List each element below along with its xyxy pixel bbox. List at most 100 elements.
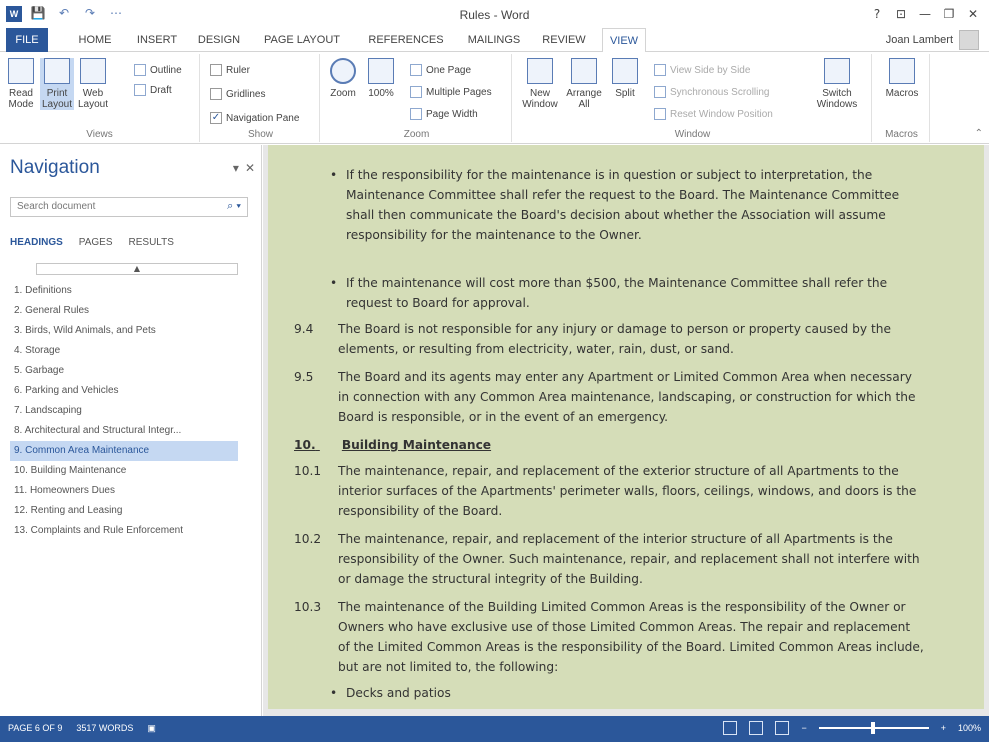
read-mode-button[interactable]: Read Mode	[4, 58, 38, 110]
tab-view[interactable]: VIEW	[602, 28, 646, 53]
heading-item[interactable]: 6. Parking and Vehicles	[10, 381, 238, 401]
close-button[interactable]: ✕	[961, 4, 985, 24]
avatar[interactable]	[959, 30, 979, 50]
tab-headings[interactable]: HEADINGS	[10, 237, 63, 248]
bullet-icon: •	[330, 686, 338, 700]
print-layout-button[interactable]: Print Layout	[40, 58, 74, 110]
tab-review[interactable]: REVIEW	[538, 28, 590, 52]
reset-window-position-button[interactable]: Reset Window Position	[654, 106, 773, 122]
zoom-label: Zoom	[330, 88, 356, 99]
word-count[interactable]: 3517 WORDS	[76, 723, 133, 734]
search-icon[interactable]: ⌕ ▾	[227, 200, 241, 213]
paragraph-text: The Board is not responsible for any inj…	[338, 322, 891, 356]
section-heading[interactable]: 10. Building Maintenance	[294, 435, 491, 455]
ruler-checkbox[interactable]: Ruler	[210, 62, 250, 78]
heading-item[interactable]: 1. Definitions	[10, 281, 238, 301]
numbered-paragraph[interactable]: 10.1 The maintenance, repair, and replac…	[294, 461, 924, 521]
view-side-by-side-button[interactable]: View Side by Side	[654, 62, 750, 78]
tab-design[interactable]: DESIGN	[194, 28, 244, 52]
multiple-pages-label: Multiple Pages	[426, 86, 492, 98]
draft-label: Draft	[150, 84, 172, 96]
numbered-paragraph[interactable]: 9.4 The Board is not responsible for any…	[294, 319, 924, 359]
heading-item[interactable]: 4. Storage	[10, 341, 238, 361]
tab-file[interactable]: FILE	[6, 28, 48, 52]
paragraph-number: 10.1	[294, 464, 322, 478]
ribbon-display-options-button[interactable]: ⊡	[889, 4, 913, 24]
navigation-pane-checkbox[interactable]: ✓ Navigation Pane	[210, 110, 299, 126]
draft-button[interactable]: Draft	[134, 82, 172, 98]
proofing-icon[interactable]: ▣	[147, 723, 156, 734]
tab-results[interactable]: RESULTS	[129, 237, 174, 248]
web-layout-view-icon[interactable]	[775, 721, 790, 735]
restore-button[interactable]: ❐	[937, 4, 961, 24]
zoom-slider[interactable]	[818, 722, 929, 734]
tab-pages[interactable]: PAGES	[79, 237, 113, 248]
collapse-ribbon-icon[interactable]: ⌃	[975, 128, 983, 139]
numbered-paragraph[interactable]: 9.5 The Board and its agents may enter a…	[294, 367, 924, 427]
heading-item[interactable]: 12. Renting and Leasing	[10, 501, 238, 521]
tab-references[interactable]: REFERENCES	[360, 28, 452, 52]
search-document-input[interactable]: Search document ⌕ ▾	[10, 197, 248, 217]
page-width-button[interactable]: Page Width	[410, 106, 478, 122]
print-layout-view-icon[interactable]	[749, 721, 764, 735]
split-button[interactable]: Split	[608, 58, 642, 99]
heading-item[interactable]: 11. Homeowners Dues	[10, 481, 238, 501]
zoom-slider-thumb[interactable]	[870, 722, 875, 734]
bullet-paragraph[interactable]: • Decks and patios	[330, 683, 920, 703]
paragraph-text: The maintenance of the Building Limited …	[338, 600, 924, 674]
bullet-paragraph[interactable]: • If the responsibility for the maintena…	[330, 165, 920, 245]
document-page[interactable]: • If the responsibility for the maintena…	[268, 145, 984, 709]
heading-item[interactable]: 2. General Rules	[10, 301, 238, 321]
zoom-level[interactable]: 100%	[958, 723, 981, 733]
tab-insert[interactable]: INSERT	[132, 28, 182, 52]
zoom-out-button[interactable]: −	[801, 723, 806, 733]
arrange-all-button[interactable]: Arrange All	[564, 58, 604, 110]
bullet-text: If the responsibility for the maintenanc…	[346, 168, 900, 242]
help-button[interactable]: ?	[865, 4, 889, 24]
pane-options-icon[interactable]: ▾	[233, 161, 239, 175]
reset-window-position-label: Reset Window Position	[670, 108, 773, 120]
print-layout-label: Print Layout	[41, 88, 73, 110]
macros-button[interactable]: Macros	[882, 58, 922, 99]
heading-item[interactable]: 5. Garbage	[10, 361, 238, 381]
tab-home[interactable]: HOME	[70, 28, 120, 52]
minimize-button[interactable]: —	[913, 4, 937, 24]
bullet-text: Decks and patios	[346, 686, 451, 700]
gridlines-checkbox[interactable]: Gridlines	[210, 86, 265, 102]
document-area[interactable]: • If the responsibility for the maintena…	[263, 145, 989, 716]
synchronous-scrolling-button[interactable]: Synchronous Scrolling	[654, 84, 770, 100]
paragraph-number: 10.2	[294, 532, 322, 546]
heading-item[interactable]: 3. Birds, Wild Animals, and Pets	[10, 321, 238, 341]
close-pane-icon[interactable]: ✕	[245, 161, 255, 175]
zoom-100-button[interactable]: 100%	[364, 58, 398, 99]
bullet-paragraph[interactable]: • If the maintenance will cost more than…	[330, 273, 920, 313]
user-account[interactable]: Joan Lambert	[886, 30, 979, 50]
heading-item[interactable]: 7. Landscaping	[10, 401, 238, 421]
ruler-check-icon	[210, 64, 222, 76]
heading-item[interactable]: 13. Complaints and Rule Enforcement	[10, 521, 238, 541]
zoom-button[interactable]: Zoom	[326, 58, 360, 99]
one-page-button[interactable]: One Page	[410, 62, 471, 78]
collapse-headings-icon[interactable]: ▲	[36, 263, 238, 275]
read-mode-view-icon[interactable]	[723, 721, 738, 735]
switch-windows-label: Switch Windows	[816, 88, 858, 110]
numbered-paragraph[interactable]: 10.2 The maintenance, repair, and replac…	[294, 529, 924, 589]
heading-item[interactable]: 8. Architectural and Structural Integr..…	[10, 421, 238, 441]
macros-group-label: Macros	[885, 129, 918, 140]
heading-item-selected[interactable]: 9. Common Area Maintenance	[10, 441, 238, 461]
page-count[interactable]: PAGE 6 OF 9	[8, 723, 62, 734]
new-window-button[interactable]: New Window	[520, 58, 560, 110]
switch-windows-button[interactable]: Switch Windows	[812, 58, 862, 110]
heading-item[interactable]: 10. Building Maintenance	[10, 461, 238, 481]
tab-mailings[interactable]: MAILINGS	[462, 28, 526, 52]
tab-page-layout[interactable]: PAGE LAYOUT	[256, 28, 348, 52]
zoom-group: Zoom 100% One Page Multiple Pages Page W…	[322, 54, 512, 142]
numbered-paragraph[interactable]: 10.3 The maintenance of the Building Lim…	[294, 597, 924, 677]
web-layout-button[interactable]: Web Layout	[76, 58, 110, 110]
side-by-side-icon	[654, 64, 666, 76]
zoom-in-button[interactable]: +	[941, 723, 946, 733]
outline-button[interactable]: Outline	[134, 62, 182, 78]
macros-group: Macros Macros	[874, 54, 930, 142]
user-name[interactable]: Joan Lambert	[886, 34, 953, 46]
multiple-pages-button[interactable]: Multiple Pages	[410, 84, 492, 100]
